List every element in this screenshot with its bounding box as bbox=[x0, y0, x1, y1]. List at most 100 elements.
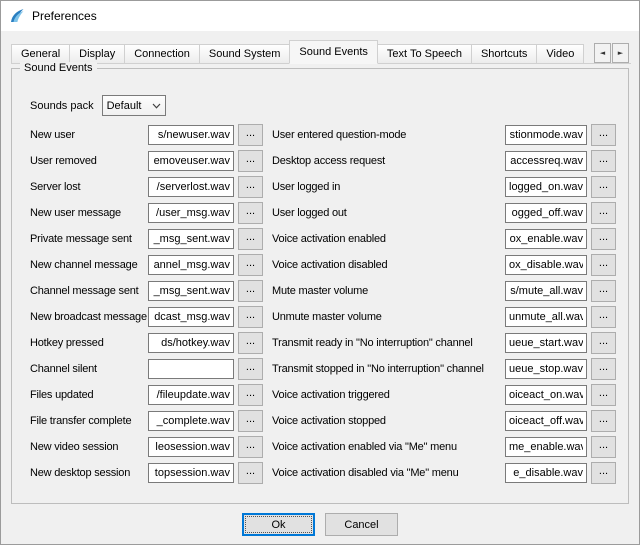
browse-button[interactable]: ... bbox=[238, 358, 263, 380]
sound-file-input[interactable] bbox=[148, 255, 234, 275]
sound-event-label: New video session bbox=[30, 441, 148, 453]
browse-button[interactable]: ... bbox=[238, 150, 263, 172]
browse-button[interactable]: ... bbox=[591, 228, 616, 250]
sound-file-input[interactable] bbox=[505, 437, 587, 457]
cancel-button[interactable]: Cancel bbox=[325, 513, 398, 536]
sound-event-row: New channel message... bbox=[30, 254, 266, 276]
tab-text-to-speech[interactable]: Text To Speech bbox=[377, 44, 472, 64]
sound-file-input[interactable] bbox=[148, 151, 234, 171]
sound-file-input[interactable] bbox=[148, 463, 234, 483]
sounds-pack-label: Sounds pack bbox=[30, 100, 94, 112]
sound-file-input[interactable] bbox=[148, 307, 234, 327]
sound-file-input[interactable] bbox=[148, 281, 234, 301]
browse-button[interactable]: ... bbox=[591, 462, 616, 484]
sound-event-row: Channel silent... bbox=[30, 358, 266, 380]
sound-file-input[interactable] bbox=[505, 359, 587, 379]
sound-file-input[interactable] bbox=[148, 203, 234, 223]
browse-button[interactable]: ... bbox=[591, 124, 616, 146]
browse-button[interactable]: ... bbox=[238, 384, 263, 406]
sound-event-label: Hotkey pressed bbox=[30, 337, 148, 349]
sound-event-label: User removed bbox=[30, 155, 148, 167]
tab-display[interactable]: Display bbox=[69, 44, 125, 64]
tab-video[interactable]: Video bbox=[536, 44, 584, 64]
sound-event-label: User logged in bbox=[272, 181, 505, 193]
sound-event-row: Server lost... bbox=[30, 176, 266, 198]
sound-file-input[interactable] bbox=[148, 125, 234, 145]
sound-event-label: Transmit stopped in "No interruption" ch… bbox=[272, 363, 505, 375]
sound-file-input[interactable] bbox=[148, 385, 234, 405]
sound-event-row: Files updated... bbox=[30, 384, 266, 406]
browse-button[interactable]: ... bbox=[238, 124, 263, 146]
sound-event-row: Channel message sent... bbox=[30, 280, 266, 302]
tab-scroll-left-icon: ◄ bbox=[600, 49, 605, 57]
browse-button[interactable]: ... bbox=[591, 436, 616, 458]
browse-button[interactable]: ... bbox=[238, 332, 263, 354]
sound-file-input[interactable] bbox=[505, 229, 587, 249]
browse-button[interactable]: ... bbox=[591, 254, 616, 276]
sound-file-input[interactable] bbox=[505, 385, 587, 405]
sound-file-input[interactable] bbox=[505, 125, 587, 145]
group-title: Sound Events bbox=[20, 62, 97, 74]
tab-shortcuts[interactable]: Shortcuts bbox=[471, 44, 537, 64]
sound-event-label: Private message sent bbox=[30, 233, 148, 245]
sound-file-input[interactable] bbox=[148, 437, 234, 457]
sound-event-row: Desktop access request... bbox=[272, 150, 616, 172]
sound-event-label: New channel message bbox=[30, 259, 148, 271]
sound-event-row: Private message sent... bbox=[30, 228, 266, 250]
browse-button[interactable]: ... bbox=[591, 306, 616, 328]
sound-event-label: User logged out bbox=[272, 207, 505, 219]
browse-button[interactable]: ... bbox=[238, 306, 263, 328]
browse-button[interactable]: ... bbox=[238, 228, 263, 250]
browse-button[interactable]: ... bbox=[238, 436, 263, 458]
tab-scroll-right-icon: ► bbox=[618, 49, 623, 57]
browse-button[interactable]: ... bbox=[238, 280, 263, 302]
sound-file-input[interactable] bbox=[505, 333, 587, 353]
browse-button[interactable]: ... bbox=[238, 176, 263, 198]
browse-button[interactable]: ... bbox=[591, 280, 616, 302]
tab-general[interactable]: General bbox=[11, 44, 70, 64]
sound-event-row: New user... bbox=[30, 124, 266, 146]
sound-file-input[interactable] bbox=[505, 411, 587, 431]
sound-file-input[interactable] bbox=[505, 203, 587, 223]
sound-file-input[interactable] bbox=[148, 333, 234, 353]
sound-event-label: New desktop session bbox=[30, 467, 148, 479]
sound-file-input[interactable] bbox=[505, 281, 587, 301]
tab-sound-system[interactable]: Sound System bbox=[199, 44, 291, 64]
sound-file-input[interactable] bbox=[505, 255, 587, 275]
browse-button[interactable]: ... bbox=[238, 410, 263, 432]
sound-event-row: New broadcast message... bbox=[30, 306, 266, 328]
ok-button[interactable]: Ok bbox=[242, 513, 315, 536]
sound-file-input[interactable] bbox=[505, 307, 587, 327]
browse-button[interactable]: ... bbox=[591, 384, 616, 406]
sound-file-input[interactable] bbox=[148, 411, 234, 431]
browse-button[interactable]: ... bbox=[591, 358, 616, 380]
sound-event-label: Voice activation enabled via "Me" menu bbox=[272, 441, 505, 453]
sound-file-input[interactable] bbox=[148, 359, 234, 379]
browse-button[interactable]: ... bbox=[591, 332, 616, 354]
browse-button[interactable]: ... bbox=[591, 202, 616, 224]
sound-event-label: Desktop access request bbox=[272, 155, 505, 167]
browse-button[interactable]: ... bbox=[591, 176, 616, 198]
sound-file-input[interactable] bbox=[148, 177, 234, 197]
sound-file-input[interactable] bbox=[148, 229, 234, 249]
sound-file-input[interactable] bbox=[505, 151, 587, 171]
sound-event-label: Voice activation triggered bbox=[272, 389, 505, 401]
browse-button[interactable]: ... bbox=[591, 150, 616, 172]
sounds-pack-select[interactable]: Default bbox=[102, 95, 166, 116]
sound-event-row: Transmit stopped in "No interruption" ch… bbox=[272, 358, 616, 380]
sound-event-columns: New user...User removed...Server lost...… bbox=[30, 124, 616, 488]
browse-button[interactable]: ... bbox=[238, 462, 263, 484]
browse-button[interactable]: ... bbox=[238, 202, 263, 224]
sound-event-label: Channel message sent bbox=[30, 285, 148, 297]
dialog-buttons: Ok Cancel bbox=[11, 513, 629, 536]
app-icon bbox=[9, 8, 25, 24]
tab-scroll-left-button[interactable]: ◄ bbox=[594, 43, 611, 63]
sound-file-input[interactable] bbox=[505, 463, 587, 483]
tab-connection[interactable]: Connection bbox=[124, 44, 200, 64]
sound-file-input[interactable] bbox=[505, 177, 587, 197]
sound-event-row: Voice activation disabled... bbox=[272, 254, 616, 276]
browse-button[interactable]: ... bbox=[238, 254, 263, 276]
tab-sound-events[interactable]: Sound Events bbox=[289, 40, 378, 64]
browse-button[interactable]: ... bbox=[591, 410, 616, 432]
tab-scroll-right-button[interactable]: ► bbox=[612, 43, 629, 63]
